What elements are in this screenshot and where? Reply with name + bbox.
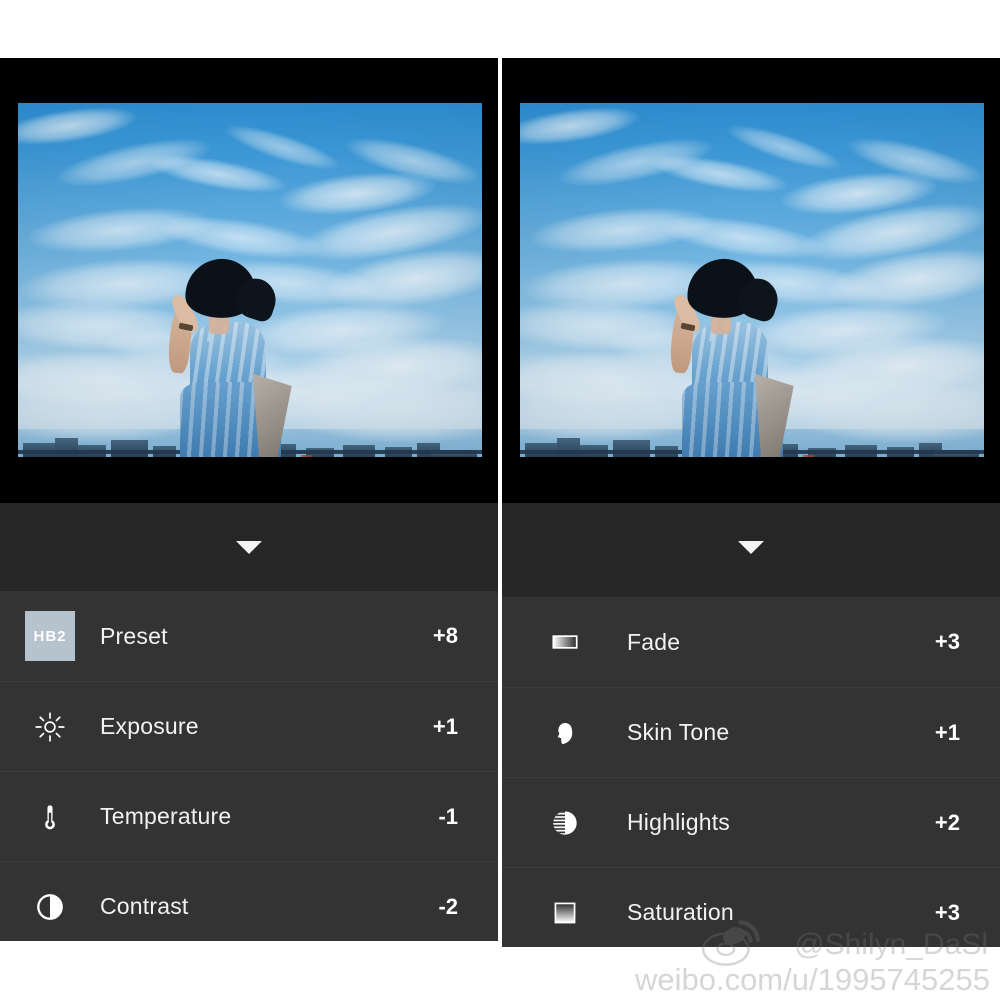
adjustment-value: +3 — [934, 899, 960, 925]
adjustment-row-saturation[interactable]: Saturation +3 — [502, 867, 1000, 947]
thermometer-icon — [0, 800, 100, 834]
adjustment-row-highlights[interactable]: Highlights +2 — [502, 777, 1000, 867]
adjustment-value: -2 — [438, 893, 458, 919]
adjustment-list-right: Fade +3 Skin Tone +1 Highlights +2 Satur… — [502, 597, 1000, 947]
film-grain-overlay — [18, 103, 482, 457]
left-editor-panel: HB2 Preset +8 Exposure +1 Temperature -1… — [0, 58, 498, 941]
saturation-icon — [502, 896, 627, 930]
right-editor-panel: Fade +3 Skin Tone +1 Highlights +2 Satur… — [502, 58, 1000, 947]
adjustment-list-left: HB2 Preset +8 Exposure +1 Temperature -1… — [0, 591, 498, 941]
chevron-down-icon[interactable] — [236, 541, 262, 554]
watermark-url: weibo.com/u/1995745255 — [634, 962, 990, 997]
adjustment-value: +2 — [934, 809, 960, 835]
adjustment-row-preset[interactable]: HB2 Preset +8 — [0, 591, 498, 681]
adjustment-label: Highlights — [627, 809, 730, 835]
adjustment-row-temperature[interactable]: Temperature -1 — [0, 771, 498, 861]
photo-image — [18, 103, 482, 457]
photo-preview-right[interactable] — [520, 103, 984, 457]
adjustment-row-contrast[interactable]: Contrast -2 — [0, 861, 498, 941]
adjustment-value: +1 — [432, 713, 458, 739]
adjustment-row-exposure[interactable]: Exposure +1 — [0, 681, 498, 771]
adjustment-row-skin-tone[interactable]: Skin Tone +1 — [502, 687, 1000, 777]
adjustment-label: Saturation — [627, 899, 734, 925]
contrast-icon — [0, 890, 100, 924]
adjustment-label: Fade — [627, 628, 681, 655]
adjustment-label: Contrast — [100, 893, 189, 919]
skin-tone-icon — [502, 716, 627, 750]
collapse-toolbar-left[interactable] — [0, 503, 498, 591]
screenshot-root: HB2 Preset +8 Exposure +1 Temperature -1… — [0, 0, 1000, 1000]
collapse-toolbar-right[interactable] — [502, 503, 1000, 597]
adjustment-row-fade[interactable]: Fade +3 — [502, 597, 1000, 687]
adjustment-label: Skin Tone — [627, 719, 730, 745]
chevron-down-icon[interactable] — [738, 541, 764, 554]
preset-chip-icon: HB2 — [0, 611, 100, 661]
fade-icon — [502, 625, 627, 659]
adjustment-label: Temperature — [100, 803, 232, 829]
adjustment-label: Exposure — [100, 713, 199, 739]
photo-preview-left[interactable] — [18, 103, 482, 457]
adjustment-value: +3 — [934, 629, 960, 654]
film-grain-overlay — [520, 103, 984, 457]
adjustment-value: -1 — [438, 803, 458, 829]
highlights-icon — [502, 806, 627, 840]
sun-icon — [0, 710, 100, 744]
adjustment-value: +1 — [934, 719, 960, 745]
photo-image — [520, 103, 984, 457]
adjustment-label: Preset — [100, 622, 168, 649]
adjustment-value: +8 — [432, 623, 458, 648]
preset-chip-label: HB2 — [25, 611, 75, 661]
